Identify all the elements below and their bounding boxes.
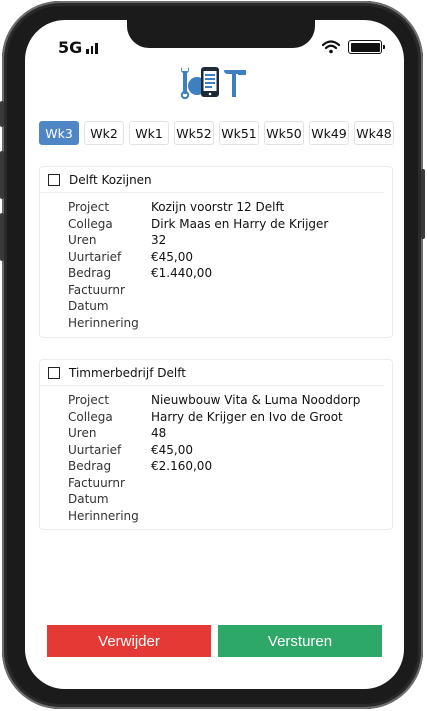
entry-checkbox[interactable] [48, 366, 60, 379]
row-bedrag: Bedrag €2.160,00 [68, 458, 392, 475]
row-collega: Collega Dirk Maas en Harry de Krijger [68, 216, 392, 233]
label-factuurnr: Factuurnr [68, 475, 125, 490]
battery-icon [348, 40, 385, 54]
tab-wk1[interactable]: Wk1 [129, 121, 169, 145]
row-datum: Datum [68, 298, 392, 315]
label-project: Project [68, 200, 110, 214]
label-uurtarief: Uurtarief [68, 442, 122, 457]
volume-up-button [0, 151, 4, 199]
phone-frame: 5G Wk3 Wk2 Wk1 Wk52 Wk51 Wk50 Wk49 Wk48 … [0, 1, 425, 709]
tab-wk48[interactable]: Wk48 [354, 121, 394, 145]
value-uren: 32 [151, 233, 167, 247]
tab-wk2[interactable]: Wk2 [84, 121, 124, 145]
label-herinnering: Herinnering [68, 508, 139, 523]
entry-checkbox[interactable] [48, 173, 60, 186]
entry-details: Project Kozijn voorstr 12 Delft Collega Di… [40, 193, 392, 331]
value-uurtarief: €45,00 [151, 249, 193, 264]
value-uurtarief: €45,00 [151, 442, 193, 457]
value-collega: Harry de Krijger en Ivo de Groot [151, 409, 343, 424]
row-herinnering: Herinnering [68, 508, 392, 525]
row-uren: Uren 32 [68, 232, 392, 249]
app-screen: 5G Wk3 Wk2 Wk1 Wk52 Wk51 Wk50 Wk49 Wk48 … [25, 20, 404, 689]
value-bedrag: €1.440,00 [151, 266, 213, 280]
notch [127, 20, 315, 48]
tab-wk50[interactable]: Wk50 [264, 121, 304, 145]
row-bedrag: Bedrag €1.440,00 [68, 265, 392, 282]
label-datum: Datum [68, 492, 109, 506]
power-button [421, 169, 425, 239]
value-project: Kozijn voorstr 12 Delft [151, 200, 285, 214]
status-right [322, 40, 385, 54]
row-uurtarief: Uurtarief €45,00 [68, 442, 392, 459]
row-uren: Uren 48 [68, 425, 392, 442]
label-herinnering: Herinnering [68, 315, 139, 330]
value-collega: Dirk Maas en Harry de Krijger [151, 216, 329, 231]
row-uurtarief: Uurtarief €45,00 [68, 249, 392, 266]
label-bedrag: Bedrag [68, 266, 112, 280]
entry-card: Timmerbedrijf Delft Project Nieuwbouw Vit… [39, 359, 393, 530]
week-tabs: Wk3 Wk2 Wk1 Wk52 Wk51 Wk50 Wk49 Wk48 [39, 121, 394, 145]
label-project: Project [68, 393, 110, 407]
tab-wk3[interactable]: Wk3 [39, 121, 79, 145]
entry-header: Timmerbedrijf Delft [40, 360, 384, 386]
label-datum: Datum [68, 299, 109, 313]
entry-header: Delft Kozijnen [40, 167, 384, 193]
volume-down-button [0, 213, 4, 261]
carrier-label: 5G [58, 38, 83, 57]
label-bedrag: Bedrag [68, 459, 112, 473]
client-name: Delft Kozijnen [69, 172, 152, 187]
label-uren: Uren [68, 233, 97, 247]
entry-details: Project Nieuwbouw Vita & Luma Nooddorp Co… [40, 386, 392, 524]
send-button[interactable]: Versturen [218, 625, 382, 657]
row-factuurnr: Factuurnr [68, 475, 392, 492]
entry-card: Delft Kozijnen Project Kozijn voorstr 12 … [39, 166, 393, 338]
row-project: Project Nieuwbouw Vita & Luma Nooddorp [68, 392, 392, 409]
status-carrier: 5G [58, 38, 98, 57]
signal-icon [86, 42, 98, 54]
side-button [0, 101, 4, 127]
row-factuurnr: Factuurnr [68, 282, 392, 299]
label-factuurnr: Factuurnr [68, 282, 125, 297]
label-collega: Collega [68, 409, 113, 424]
label-collega: Collega [68, 216, 113, 231]
tab-wk52[interactable]: Wk52 [174, 121, 214, 145]
tab-wk51[interactable]: Wk51 [219, 121, 259, 145]
tab-wk49[interactable]: Wk49 [309, 121, 349, 145]
row-project: Project Kozijn voorstr 12 Delft [68, 199, 392, 216]
value-bedrag: €2.160,00 [151, 459, 213, 473]
row-herinnering: Herinnering [68, 315, 392, 332]
client-name: Timmerbedrijf Delft [69, 365, 186, 380]
row-collega: Collega Harry de Krijger en Ivo de Groot [68, 409, 392, 426]
value-uren: 48 [151, 426, 167, 440]
label-uurtarief: Uurtarief [68, 249, 122, 264]
app-logo [180, 67, 246, 100]
label-uren: Uren [68, 426, 97, 440]
delete-button[interactable]: Verwijder [47, 625, 211, 657]
row-datum: Datum [68, 491, 392, 508]
wifi-icon [322, 40, 340, 54]
value-project: Nieuwbouw Vita & Luma Nooddorp [151, 393, 361, 407]
